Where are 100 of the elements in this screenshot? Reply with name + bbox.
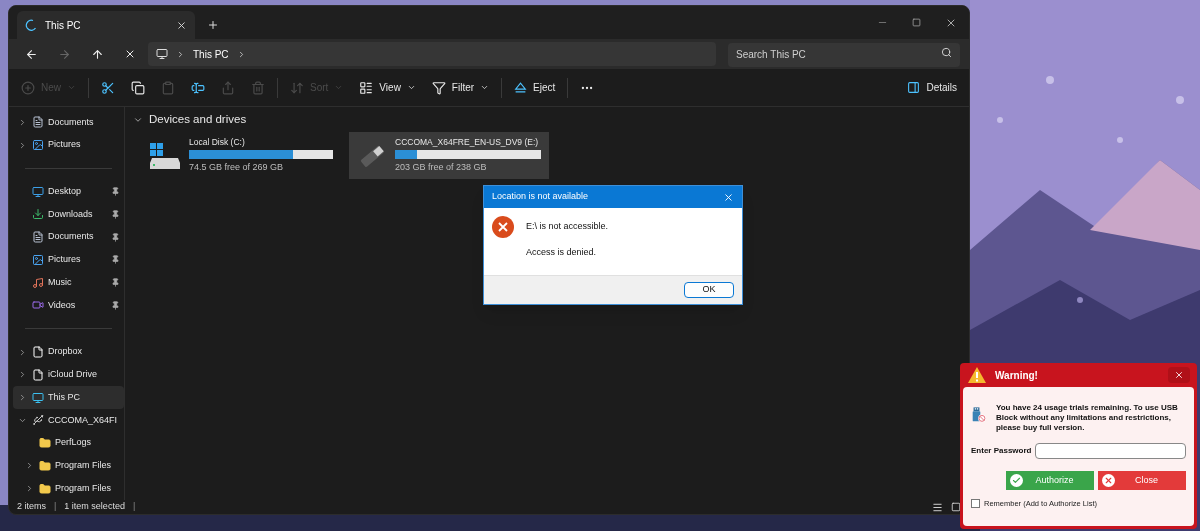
x-icon <box>1102 474 1115 487</box>
file-icon <box>32 346 44 358</box>
new-tab-icon[interactable] <box>207 19 219 31</box>
sidebar-label: Program Files <box>55 481 112 495</box>
sidebar-label: Documents <box>48 115 95 129</box>
password-field[interactable] <box>1035 443 1186 459</box>
sidebar-item[interactable]: PerfLogs <box>13 431 124 455</box>
error-icon <box>492 216 514 238</box>
folder-icon <box>39 437 51 450</box>
checkbox[interactable] <box>971 499 980 509</box>
list-icon <box>359 80 374 95</box>
sidebar-label: This PC <box>48 390 81 404</box>
sidebar-item[interactable]: Desktop <box>13 180 124 204</box>
sidebar-item[interactable]: Pictures <box>13 248 124 272</box>
sidebar-label: iCloud Drive <box>48 368 99 381</box>
music-icon <box>32 276 44 289</box>
file-icon <box>32 368 44 381</box>
monitor-icon <box>156 48 168 60</box>
scissors-icon <box>101 80 115 95</box>
sidebar-item[interactable]: CCCOMA_X64FI <box>13 408 124 432</box>
details-view-icon[interactable] <box>932 501 943 513</box>
search-field[interactable]: Search This PC <box>728 42 960 67</box>
status-text: 2 items <box>17 500 46 514</box>
toolbar-button[interactable]: Filter <box>423 73 498 102</box>
caret-icon <box>67 83 76 92</box>
drive-tile[interactable]: Local Disk (C:) 74.5 GB free of 269 GB <box>141 132 341 179</box>
details-pane-icon <box>907 81 921 94</box>
sidebar-item[interactable]: Videos <box>13 294 124 317</box>
sidebar-label: PerfLogs <box>55 436 93 450</box>
dialog-title: Location is not available <box>492 190 590 204</box>
sidebar-item[interactable]: Dropbox <box>13 340 124 364</box>
close-icon[interactable] <box>124 48 136 60</box>
folder-icon <box>39 459 51 472</box>
status-separator: | <box>54 500 57 514</box>
sidebar-item[interactable]: Program Files <box>13 477 124 500</box>
sidebar-label: Music <box>48 275 73 289</box>
check-icon <box>1010 474 1023 487</box>
sidebar-item[interactable]: Pictures <box>13 133 124 157</box>
tab-title: This PC <box>45 18 82 33</box>
sidebar-item[interactable]: Documents <box>13 225 124 249</box>
caret-icon <box>480 83 490 92</box>
sidebar-item[interactable]: iCloud Drive <box>13 363 124 387</box>
status-text: 1 item selected <box>64 500 125 514</box>
tiles-view-icon[interactable] <box>951 502 961 512</box>
close-icon[interactable] <box>176 19 187 31</box>
back-icon[interactable] <box>25 47 38 61</box>
image-icon <box>32 139 44 152</box>
maximize-icon[interactable] <box>912 18 921 27</box>
drive-name: Local Disk (C:) <box>189 136 245 149</box>
close-button[interactable]: Close <box>1098 471 1186 490</box>
monitor-icon <box>32 391 44 404</box>
search-icon <box>941 47 952 59</box>
sidebar-label: Documents <box>48 230 95 244</box>
toolbar-button[interactable]: Eject <box>506 73 564 102</box>
document-icon <box>32 116 44 129</box>
up-icon[interactable] <box>91 47 104 61</box>
caret-icon <box>334 83 344 92</box>
dialog-message: Access is denied. <box>526 245 598 259</box>
share-icon <box>221 80 235 95</box>
copy-icon <box>131 80 145 95</box>
sort-icon <box>290 80 304 95</box>
document-icon <box>32 231 44 244</box>
close-button[interactable] <box>1168 367 1190 383</box>
hard-drive-icon <box>149 141 181 170</box>
status-separator: | <box>132 500 136 514</box>
rename-icon <box>191 80 205 95</box>
sidebar-label: Program Files <box>55 459 112 473</box>
sidebar-item[interactable]: Music <box>13 271 124 295</box>
warning-icon <box>967 366 987 384</box>
tab[interactable]: This PC <box>17 11 195 39</box>
sidebar-item[interactable]: Downloads <box>13 203 124 226</box>
sidebar-label: Desktop <box>48 184 83 198</box>
video-icon <box>32 299 44 312</box>
sidebar-item[interactable]: Program Files <box>13 454 124 478</box>
drive-name: CCCOMA_X64FRE_EN-US_DV9 (E:) <box>395 136 539 149</box>
breadcrumb[interactable]: This PC <box>193 46 229 62</box>
trash-icon <box>251 80 265 95</box>
address-bar[interactable]: This PC <box>148 42 716 66</box>
drive-free-space: 74.5 GB free of 269 GB <box>189 161 285 175</box>
drive-free-space: 203 GB free of 238 GB <box>395 161 488 175</box>
plus-circle-icon <box>21 80 35 95</box>
sidebar-item[interactable]: Documents <box>13 111 124 134</box>
warning-title: Warning! <box>995 368 1039 383</box>
eject-icon <box>514 81 528 94</box>
folder-icon <box>39 482 51 495</box>
monitor-icon <box>32 185 44 198</box>
toolbar-button[interactable]: View <box>351 73 424 102</box>
close-icon <box>1174 370 1184 380</box>
sidebar-item[interactable]: This PC <box>13 386 124 409</box>
sidebar-label: CCCOMA_X64FI <box>48 413 119 427</box>
image-icon <box>32 253 44 266</box>
sidebar-label: Downloads <box>48 207 94 221</box>
ok-button[interactable]: OK <box>684 282 734 298</box>
caret-icon <box>406 83 416 92</box>
sidebar-label: Pictures <box>48 253 82 267</box>
warning-message: You have 24 usage trials remaining. To use USB Block without any limitations and restrictions, please buy full version. <box>995 403 1179 433</box>
section-title: Devices and drives <box>149 112 247 127</box>
drive-tile[interactable]: CCCOMA_X64FRE_EN-US_DV9 (E:) 203 GB free of 238 GB <box>349 132 549 179</box>
details-button[interactable]: Details <box>899 73 965 102</box>
download-icon <box>32 208 44 221</box>
